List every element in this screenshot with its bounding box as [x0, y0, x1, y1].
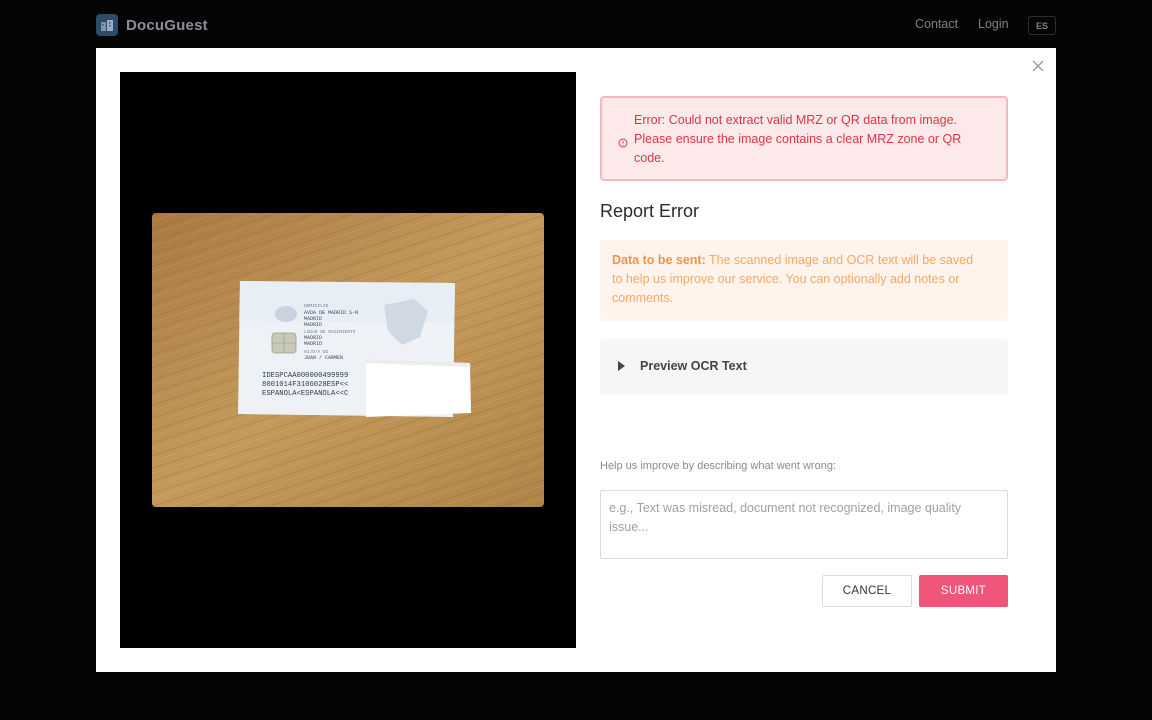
scanned-document-photo: DOMICILIO AVDA DE MADRID S-N MADRID MADR… — [152, 213, 544, 507]
error-message: Error: Could not extract valid MRZ or QR… — [634, 113, 962, 165]
preview-ocr-label: Preview OCR Text — [640, 359, 747, 373]
mrz-line-1: IDESPCAA000000499999 — [262, 372, 348, 380]
notes-textarea[interactable] — [600, 490, 1008, 559]
report-title: Report Error — [600, 201, 700, 221]
info-circle-icon — [618, 135, 628, 148]
svg-text:DOMICILIO: DOMICILIO — [304, 303, 329, 309]
cancel-button[interactable]: CANCEL — [822, 575, 912, 607]
nav-login-link[interactable]: Login — [978, 17, 1009, 31]
scanned-image-pane: DOMICILIO AVDA DE MADRID S-N MADRID MADR… — [120, 72, 576, 648]
nav-contact-link[interactable]: Contact — [915, 17, 958, 31]
mrz-line-3: ESPANOLA<ESPANOLA<<C — [262, 390, 349, 398]
id-address-line3: MADRID — [304, 322, 322, 328]
data-notice-text: Data to be sent: The scanned image and O… — [612, 251, 984, 308]
mrz-line-2: 8001014F3106028ESP<< — [262, 381, 348, 389]
notes-help-label: Help us improve by describing what went … — [600, 460, 837, 472]
brand[interactable]: DocuGuest — [96, 14, 208, 36]
error-alert: Error: Could not extract valid MRZ or QR… — [600, 96, 1008, 181]
caret-right-icon — [618, 361, 625, 371]
language-toggle-button[interactable]: ES — [1028, 16, 1056, 35]
data-notice: Data to be sent: The scanned image and O… — [600, 240, 1008, 321]
report-error-modal: DOMICILIO AVDA DE MADRID S-N MADRID MADR… — [96, 48, 1056, 672]
submit-button[interactable]: SUBMIT — [919, 575, 1008, 607]
close-icon[interactable] — [1030, 58, 1046, 74]
building-icon — [96, 14, 118, 36]
data-notice-label: Data to be sent: — [612, 253, 706, 267]
brand-name: DocuGuest — [126, 16, 208, 34]
id-parents: JUAN / CARMEN — [304, 355, 343, 361]
preview-ocr-toggle[interactable]: Preview OCR Text — [600, 339, 1008, 394]
id-birthplace-line2: MADRID — [304, 341, 322, 347]
top-navbar: DocuGuest Contact Login ES — [0, 0, 1152, 48]
